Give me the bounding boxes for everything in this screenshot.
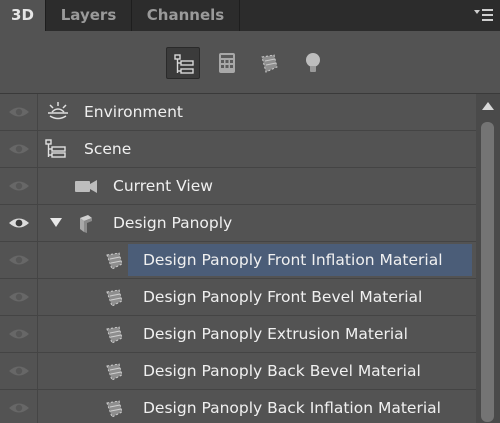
visibility-toggle[interactable] (0, 316, 38, 352)
scroll-up-arrow-icon[interactable] (482, 102, 494, 110)
tree-row-label: Design Panoply (113, 214, 233, 232)
visibility-toggle[interactable] (0, 205, 38, 241)
visibility-toggle[interactable] (0, 353, 38, 389)
visibility-toggle[interactable] (0, 131, 38, 167)
tree-row-label: Environment (84, 103, 183, 121)
material-icon (106, 289, 123, 307)
tree-row-label: Design Panoply Back Inflation Material (143, 399, 441, 417)
scene-icon (45, 139, 66, 158)
camera-icon (75, 180, 97, 193)
tree-row-label: Design Panoply Front Inflation Material (143, 251, 443, 269)
tab-3d[interactable]: 3D (0, 0, 46, 31)
tab-channels[interactable]: Channels (132, 0, 240, 31)
tab-layers[interactable]: Layers (46, 0, 132, 31)
scene-filter-icon (174, 54, 194, 74)
eye-icon (9, 329, 29, 339)
eye-icon (9, 255, 29, 265)
tree-row-label: Current View (113, 177, 213, 195)
filter-toolbar (0, 31, 500, 94)
tree-row-front-inflation-material[interactable]: Design Panoply Front Inflation Material (0, 242, 476, 279)
scene-tree: Environment Scene Current View Design Pa… (0, 94, 476, 423)
eye-icon (9, 403, 29, 413)
scrollbar-thumb[interactable] (481, 122, 494, 422)
tree-row-label: Scene (84, 140, 132, 158)
tree-row-scene[interactable]: Scene (0, 131, 476, 168)
eye-icon (9, 107, 29, 117)
filter-whole-scene-button[interactable] (166, 47, 200, 79)
material-icon (106, 252, 123, 270)
eye-icon (9, 181, 29, 191)
material-icon (106, 400, 123, 418)
filter-lights-button[interactable] (296, 47, 330, 79)
visibility-toggle[interactable] (0, 242, 38, 278)
tree-row-label: Design Panoply Extrusion Material (143, 325, 408, 343)
visibility-toggle[interactable] (0, 390, 38, 423)
panel-menu-icon[interactable] (472, 6, 494, 24)
tab-bar: 3D Layers Channels (0, 0, 500, 31)
filter-materials-button[interactable] (253, 47, 287, 79)
material-icon (106, 363, 123, 381)
environment-icon (48, 102, 68, 120)
tree-row-back-inflation-material[interactable]: Design Panoply Back Inflation Material (0, 390, 476, 423)
tree-row-current-view[interactable]: Current View (0, 168, 476, 205)
scrollbar[interactable] (476, 94, 500, 423)
eye-icon (9, 366, 29, 376)
eye-icon (9, 144, 29, 154)
light-filter-icon (306, 53, 320, 72)
tree-row-front-bevel-material[interactable]: Design Panoply Front Bevel Material (0, 279, 476, 316)
tree-row-design-panoply[interactable]: Design Panoply (0, 205, 476, 242)
mesh-icon (80, 215, 92, 233)
expand-arrow-icon[interactable] (50, 218, 62, 228)
mesh-filter-icon (219, 53, 235, 73)
tree-row-environment[interactable]: Environment (0, 94, 476, 131)
eye-icon (9, 292, 29, 302)
tree-row-label: Design Panoply Front Bevel Material (143, 288, 423, 306)
eye-icon (9, 218, 29, 228)
tree-row-back-bevel-material[interactable]: Design Panoply Back Bevel Material (0, 353, 476, 390)
visibility-toggle[interactable] (0, 94, 38, 130)
3d-panel: 3D Layers Channels Environment Scene Cur… (0, 0, 500, 423)
material-icon (106, 326, 123, 344)
tree-row-extrusion-material[interactable]: Design Panoply Extrusion Material (0, 316, 476, 353)
tree-row-label: Design Panoply Back Bevel Material (143, 362, 421, 380)
filter-meshes-button[interactable] (210, 47, 244, 79)
visibility-toggle[interactable] (0, 168, 38, 204)
visibility-toggle[interactable] (0, 279, 38, 315)
material-filter-icon (261, 54, 278, 73)
